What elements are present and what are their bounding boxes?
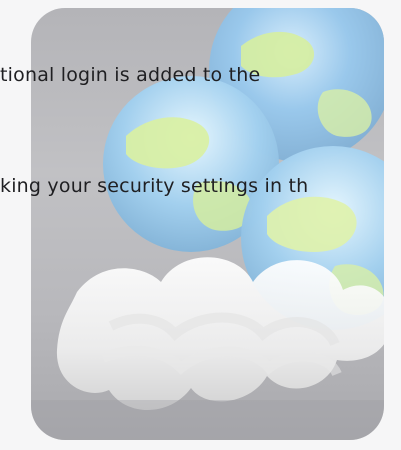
screen: tional login is added to the king your s… <box>0 0 401 450</box>
notification-text-line-1: tional login is added to the <box>0 64 261 86</box>
notification-text-line-2: king your security settings in th <box>0 175 309 197</box>
notification-card: tional login is added to the king your s… <box>0 0 401 450</box>
